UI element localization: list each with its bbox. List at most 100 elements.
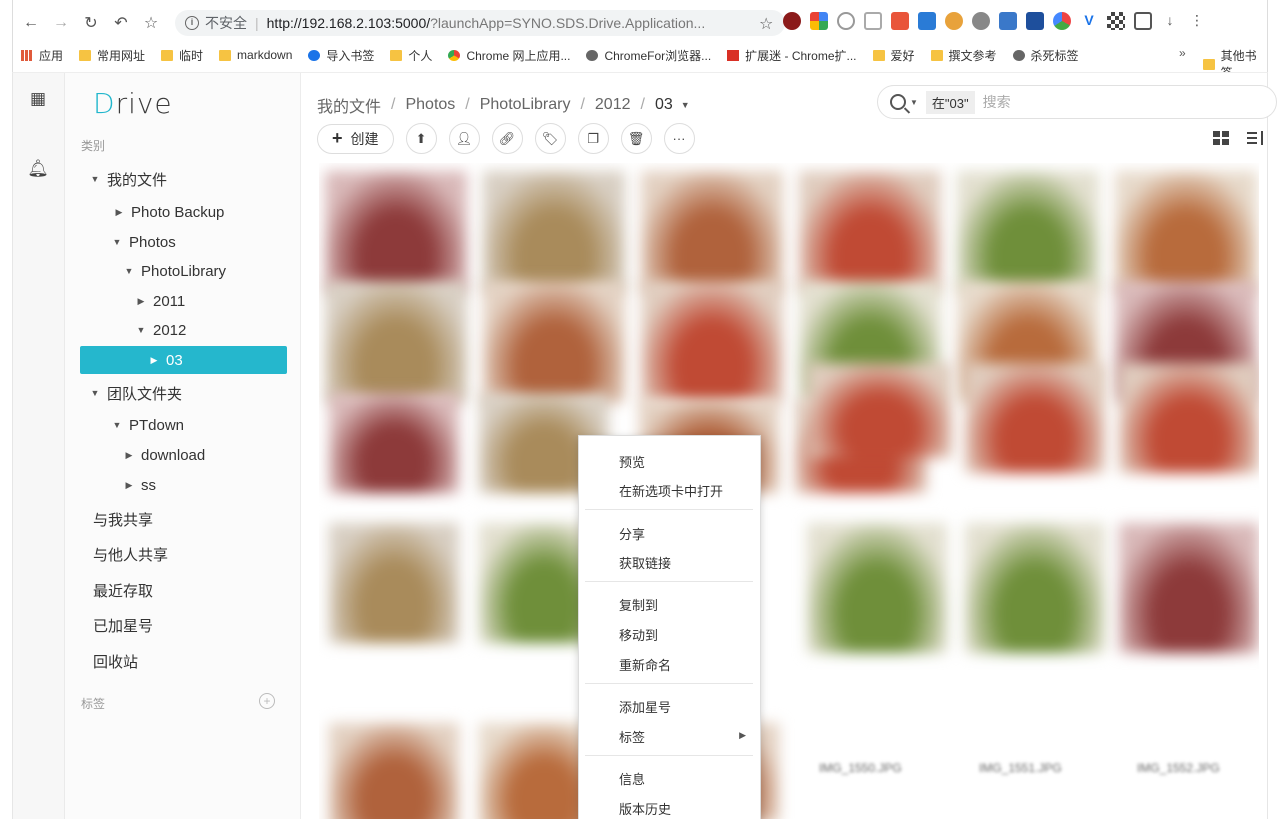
ublock-extension-icon[interactable] xyxy=(783,12,801,30)
bookmark-item[interactable]: ChromeFor浏览器... xyxy=(586,47,711,64)
context-menu-item[interactable]: 添加星号 xyxy=(619,697,671,716)
bookmark-item[interactable]: 临时 xyxy=(161,47,203,64)
bookmark-item[interactable]: 导入书签 xyxy=(308,47,374,64)
caret-down-icon[interactable]: ▼ xyxy=(123,266,135,276)
breadcrumb-item[interactable]: PhotoLibrary xyxy=(480,96,571,114)
search-icon[interactable] xyxy=(890,94,906,110)
photo-thumbnail[interactable] xyxy=(1115,171,1257,293)
sidebar-link[interactable]: 与他人共享 xyxy=(93,544,168,565)
context-menu-item[interactable]: 移动到 xyxy=(619,625,658,644)
bookmark-item[interactable]: 个人 xyxy=(390,47,432,64)
photo-thumbnail[interactable] xyxy=(641,281,783,403)
tree-item[interactable]: ▼ 我的文件 xyxy=(89,165,167,193)
link-button[interactable]: 🔗︎ xyxy=(491,123,523,154)
more-button[interactable]: ··· xyxy=(663,123,695,154)
tree-item[interactable]: ▼ 2012 xyxy=(135,316,187,344)
puzzle-extension-icon[interactable] xyxy=(972,12,990,30)
reload-icon[interactable]: ↻ xyxy=(79,11,103,35)
photo-thumbnail[interactable] xyxy=(965,363,1105,473)
list-view-icon[interactable] xyxy=(1247,131,1267,145)
downloads-icon[interactable]: ↓ xyxy=(1161,12,1179,30)
photo-thumbnail[interactable] xyxy=(325,171,467,293)
shield-extension-icon[interactable] xyxy=(864,12,882,30)
undo-icon[interactable]: ↶ xyxy=(109,11,133,35)
photo-thumbnail[interactable] xyxy=(483,171,625,293)
photo-thumbnail[interactable] xyxy=(807,523,947,653)
tree-item[interactable]: ▶ 2011 xyxy=(135,287,186,315)
crop-extension-icon[interactable] xyxy=(1134,12,1152,30)
share-user-button[interactable]: 👤︎ xyxy=(448,123,480,154)
bookmark-item[interactable]: 撰文参考 xyxy=(930,47,997,64)
photo-thumbnail[interactable] xyxy=(807,363,952,458)
bookmark-item[interactable]: 扩展迷 - Chrome扩... xyxy=(727,47,857,64)
notification-bell-icon[interactable]: 🔔︎ xyxy=(26,157,50,181)
bookmarks-more-button[interactable]: » xyxy=(1179,46,1186,60)
caret-right-icon[interactable]: ▶ xyxy=(148,355,160,366)
grid-extension-icon[interactable] xyxy=(810,12,828,30)
photo-thumbnail[interactable] xyxy=(329,393,459,493)
weibo-extension-icon[interactable] xyxy=(837,12,855,30)
photo-thumbnail[interactable] xyxy=(799,171,941,293)
caret-down-icon[interactable]: ▼ xyxy=(135,325,147,335)
tree-item[interactable]: ▼ PhotoLibrary xyxy=(123,257,227,285)
context-menu-item[interactable]: 标签 xyxy=(619,727,645,746)
tab-count-extension-icon[interactable] xyxy=(1026,12,1044,30)
context-menu-item[interactable]: 预览 xyxy=(619,452,645,471)
address-url[interactable]: http://192.168.2.103:5000/?launchApp=SYN… xyxy=(267,15,706,31)
caret-down-icon[interactable]: ▼ xyxy=(111,237,123,247)
caret-right-icon[interactable]: ▶ xyxy=(123,480,135,491)
caret-down-icon[interactable]: ▼ xyxy=(89,388,101,398)
tree-item[interactable]: ▶ Photo Backup xyxy=(113,198,225,226)
caret-right-icon[interactable]: ▶ xyxy=(123,450,135,461)
sidebar-link[interactable]: 回收站 xyxy=(93,651,138,672)
tree-item[interactable]: ▶ download xyxy=(123,441,206,469)
breadcrumb-item[interactable]: Photos xyxy=(405,96,455,114)
tree-item[interactable]: ▶ 03 xyxy=(80,346,287,374)
bookmark-item[interactable]: markdown xyxy=(219,48,292,62)
photo-thumbnail[interactable] xyxy=(1119,363,1259,473)
fruit-extension-icon[interactable] xyxy=(945,12,963,30)
grid-view-icon[interactable] xyxy=(1213,131,1229,145)
search-input[interactable]: 搜索 xyxy=(983,92,1011,112)
tag-button[interactable]: 🏷︎ xyxy=(534,123,566,154)
v-extension-icon[interactable]: V xyxy=(1080,12,1098,30)
color-extension-icon[interactable] xyxy=(1053,12,1071,30)
context-menu-item[interactable]: 分享 xyxy=(619,524,645,543)
tree-item[interactable]: ▼ 团队文件夹 xyxy=(89,379,182,407)
tree-item[interactable]: ▼ Photos xyxy=(111,228,176,256)
photo-thumbnail[interactable] xyxy=(325,281,467,403)
chevron-down-icon[interactable]: ▼ xyxy=(681,100,690,110)
sidebar-link[interactable]: 与我共享 xyxy=(93,509,153,530)
context-menu-item[interactable]: 获取链接 xyxy=(619,553,671,572)
photo-thumbnail[interactable] xyxy=(965,523,1105,653)
caret-right-icon[interactable]: ▶ xyxy=(135,296,147,307)
upload-button[interactable]: ⬆ xyxy=(405,123,437,154)
bookmark-item[interactable]: Chrome 网上应用... xyxy=(448,47,570,64)
photo-thumbnail[interactable] xyxy=(329,523,459,643)
photo-thumbnail[interactable] xyxy=(641,171,783,293)
save-extension-icon[interactable] xyxy=(999,12,1017,30)
sidebar-link[interactable]: 最近存取 xyxy=(93,580,153,601)
bookmark-star-icon[interactable]: ☆ xyxy=(139,11,163,35)
breadcrumb-item[interactable]: 我的文件 xyxy=(317,93,381,117)
context-menu-item[interactable]: 信息 xyxy=(619,769,645,788)
context-menu-item[interactable]: 重新命名 xyxy=(619,655,671,674)
breadcrumb-item[interactable]: 03 xyxy=(655,96,673,114)
qr-extension-icon[interactable] xyxy=(1107,12,1125,30)
sidebar-link[interactable]: 已加星号 xyxy=(93,615,153,636)
delete-button[interactable]: 🗑︎ xyxy=(620,123,652,154)
bookmark-item[interactable]: 爱好 xyxy=(872,47,915,64)
address-bar[interactable]: i 不安全 | http://192.168.2.103:5000/?launc… xyxy=(175,10,785,36)
bookmark-item[interactable]: 杀死标签 xyxy=(1012,47,1079,64)
star-page-icon[interactable]: ☆ xyxy=(759,14,773,34)
copy-button[interactable]: ❐ xyxy=(577,123,609,154)
tree-item[interactable]: ▼ PTdown xyxy=(111,411,185,439)
apps-menu-icon[interactable]: ▦ xyxy=(26,87,50,111)
back-icon[interactable]: ← xyxy=(19,11,43,35)
add-tag-icon[interactable]: + xyxy=(259,693,275,709)
tree-item[interactable]: ▶ ss xyxy=(123,471,156,499)
photo-thumbnail[interactable] xyxy=(483,281,625,403)
photo-thumbnail[interactable] xyxy=(329,723,459,819)
create-button[interactable]: + 创建 xyxy=(317,123,394,154)
bookmark-item[interactable]: 应用 xyxy=(21,47,63,64)
